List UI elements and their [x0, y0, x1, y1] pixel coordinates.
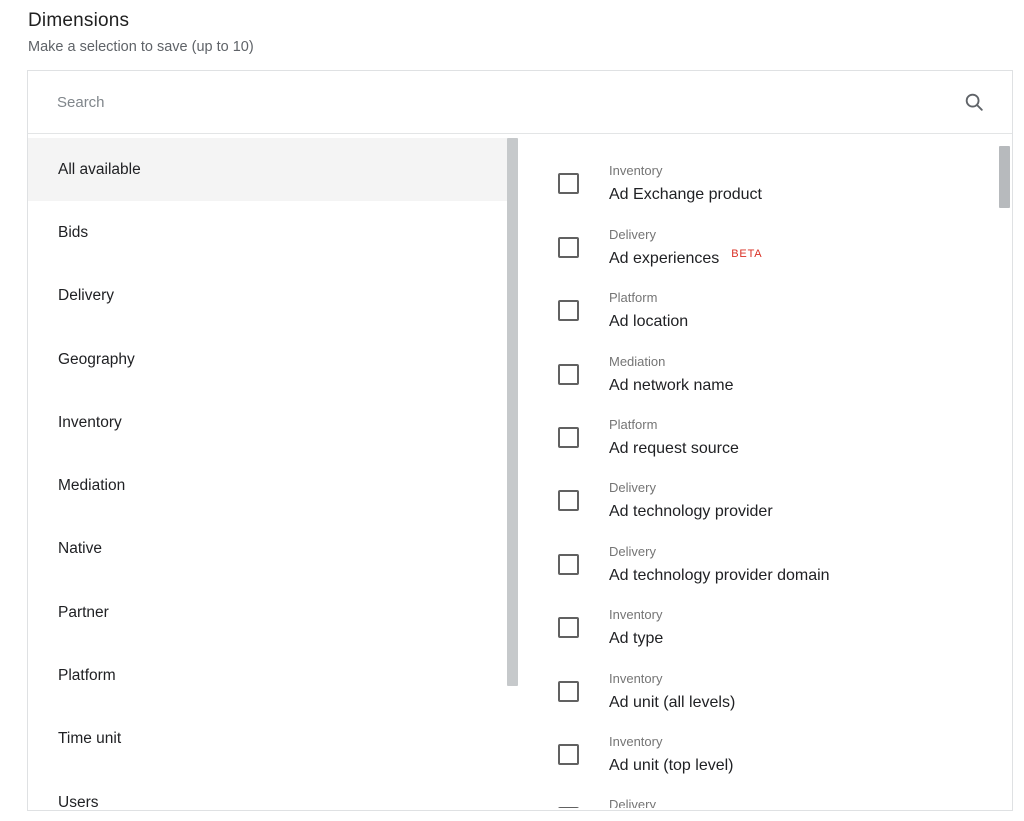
dimension-label: Ad request source [609, 441, 739, 457]
list-item[interactable]: Inventory Ad unit (top level) [518, 721, 1012, 784]
list-item[interactable]: Delivery [518, 784, 1012, 808]
list-item[interactable]: Platform Ad request source [518, 404, 1012, 467]
dialog-header: Dimensions Make a selection to save (up … [28, 10, 254, 55]
list-item[interactable]: Inventory Ad unit (all levels) [518, 658, 1012, 721]
sidebar-item-users[interactable]: Users [28, 771, 518, 821]
checkbox[interactable] [558, 554, 579, 575]
dimension-category: Mediation [609, 355, 734, 368]
sidebar-item-inventory[interactable]: Inventory [28, 391, 518, 454]
sidebar-item-bids[interactable]: Bids [28, 201, 518, 264]
dimension-category: Delivery [609, 228, 762, 241]
sidebar-item-all-available[interactable]: All available [28, 138, 518, 201]
dialog-content: All available Bids Delivery Geography In… [28, 134, 1012, 808]
search-input[interactable] [57, 94, 963, 111]
checkbox[interactable] [558, 173, 579, 194]
checkbox[interactable] [558, 681, 579, 702]
list-item[interactable]: Inventory Ad type [518, 594, 1012, 657]
dimension-label: Ad location [609, 314, 688, 330]
dimension-label: Ad technology provider domain [609, 568, 830, 584]
list-item[interactable]: Delivery Ad technology provider [518, 467, 1012, 530]
list-item[interactable]: Active View measurement source [518, 134, 1012, 150]
beta-badge: BETA [731, 248, 762, 260]
dimension-label: Ad network name [609, 378, 734, 394]
checkbox[interactable] [558, 744, 579, 765]
dimension-category: Inventory [609, 672, 735, 685]
checkbox[interactable] [558, 364, 579, 385]
sidebar-scrollbar-thumb[interactable] [507, 138, 518, 686]
dimension-list: Active View measurement source Inventory… [518, 134, 1012, 808]
dimension-label: Ad type [609, 631, 663, 647]
checkbox[interactable] [558, 617, 579, 638]
dimension-category: Inventory [609, 608, 663, 621]
page-title: Dimensions [28, 10, 254, 32]
dimension-category: Delivery [609, 545, 830, 558]
list-item[interactable]: Inventory Ad Exchange product [518, 150, 1012, 213]
sidebar-item-partner[interactable]: Partner [28, 581, 518, 644]
dimensions-dialog: All available Bids Delivery Geography In… [27, 70, 1013, 811]
dimension-label: Ad unit (all levels) [609, 695, 735, 711]
dimension-category: Platform [609, 291, 688, 304]
list-scrollbar-thumb[interactable] [999, 146, 1010, 208]
list-item[interactable]: Platform Ad location [518, 277, 1012, 340]
list-item[interactable]: Delivery Ad experiencesBETA [518, 214, 1012, 277]
dimension-category: Platform [609, 418, 739, 431]
list-item[interactable]: Delivery Ad technology provider domain [518, 531, 1012, 594]
sidebar-item-native[interactable]: Native [28, 518, 518, 581]
sidebar-item-geography[interactable]: Geography [28, 328, 518, 391]
list-item[interactable]: Mediation Ad network name [518, 341, 1012, 404]
dimension-label: Ad experiencesBETA [609, 251, 762, 268]
checkbox[interactable] [558, 237, 579, 258]
sidebar-item-mediation[interactable]: Mediation [28, 454, 518, 517]
search-icon[interactable] [963, 91, 985, 113]
checkbox[interactable] [558, 427, 579, 448]
sidebar-item-time-unit[interactable]: Time unit [28, 708, 518, 771]
page-subtitle: Make a selection to save (up to 10) [28, 39, 254, 55]
checkbox[interactable] [558, 490, 579, 511]
checkbox[interactable] [558, 300, 579, 321]
dimension-label: Ad unit (top level) [609, 758, 734, 774]
checkbox[interactable] [558, 807, 579, 808]
sidebar-item-platform[interactable]: Platform [28, 644, 518, 707]
dimension-label: Ad Exchange product [609, 187, 762, 203]
dimension-label: Ad technology provider [609, 504, 773, 520]
category-sidebar: All available Bids Delivery Geography In… [28, 134, 518, 808]
dimension-category: Delivery [609, 798, 656, 808]
sidebar-item-delivery[interactable]: Delivery [28, 265, 518, 328]
dimension-category: Inventory [609, 164, 762, 177]
dimension-category: Delivery [609, 481, 773, 494]
dimension-category: Inventory [609, 735, 734, 748]
search-bar [28, 71, 1012, 134]
